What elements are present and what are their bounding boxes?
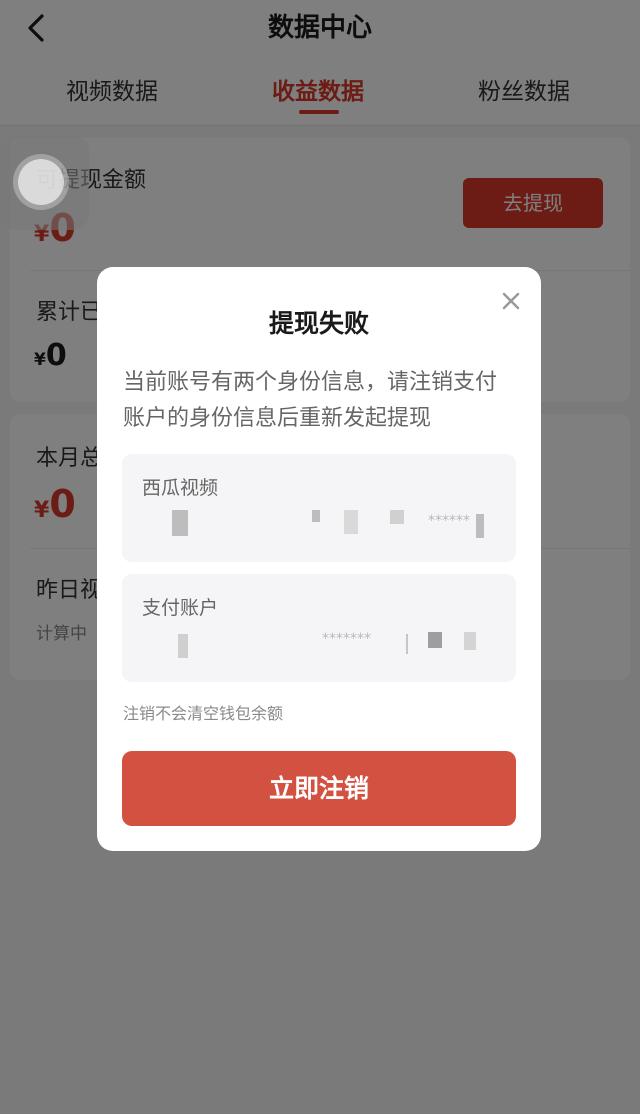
redaction-mark xyxy=(312,510,320,522)
redaction-mark xyxy=(172,510,188,536)
deregister-now-button[interactable]: 立即注销 xyxy=(122,751,516,826)
account-masked-value: ****** xyxy=(142,510,496,540)
account-masked-value: ******* xyxy=(142,630,496,660)
account-info-payment: 支付账户 ******* xyxy=(122,574,516,682)
dialog-note: 注销不会清空钱包余额 xyxy=(123,704,284,723)
redaction-mark xyxy=(178,634,188,658)
account-label: 支付账户 xyxy=(142,597,219,619)
masked-text: ****** xyxy=(428,513,470,529)
withdraw-failed-dialog: 提现失败 当前账号有两个身份信息，请注销支付账户的身份信息后重新发起提现 西瓜视… xyxy=(97,267,541,851)
account-label: 西瓜视频 xyxy=(142,477,219,499)
redaction-mark xyxy=(476,514,484,538)
redaction-mark xyxy=(428,632,442,648)
dialog-title: 提现失败 xyxy=(268,309,369,338)
redaction-mark xyxy=(464,632,476,650)
floating-assistant-button[interactable] xyxy=(0,135,89,230)
redaction-mark xyxy=(406,634,408,654)
dialog-message: 当前账号有两个身份信息，请注销支付账户的身份信息后重新发起提现 xyxy=(123,370,498,431)
assistive-touch-icon xyxy=(18,159,64,205)
redaction-mark xyxy=(344,510,358,534)
account-info-xigua: 西瓜视频 ****** xyxy=(122,454,516,562)
masked-text: ******* xyxy=(322,631,371,647)
redaction-mark xyxy=(390,510,404,524)
